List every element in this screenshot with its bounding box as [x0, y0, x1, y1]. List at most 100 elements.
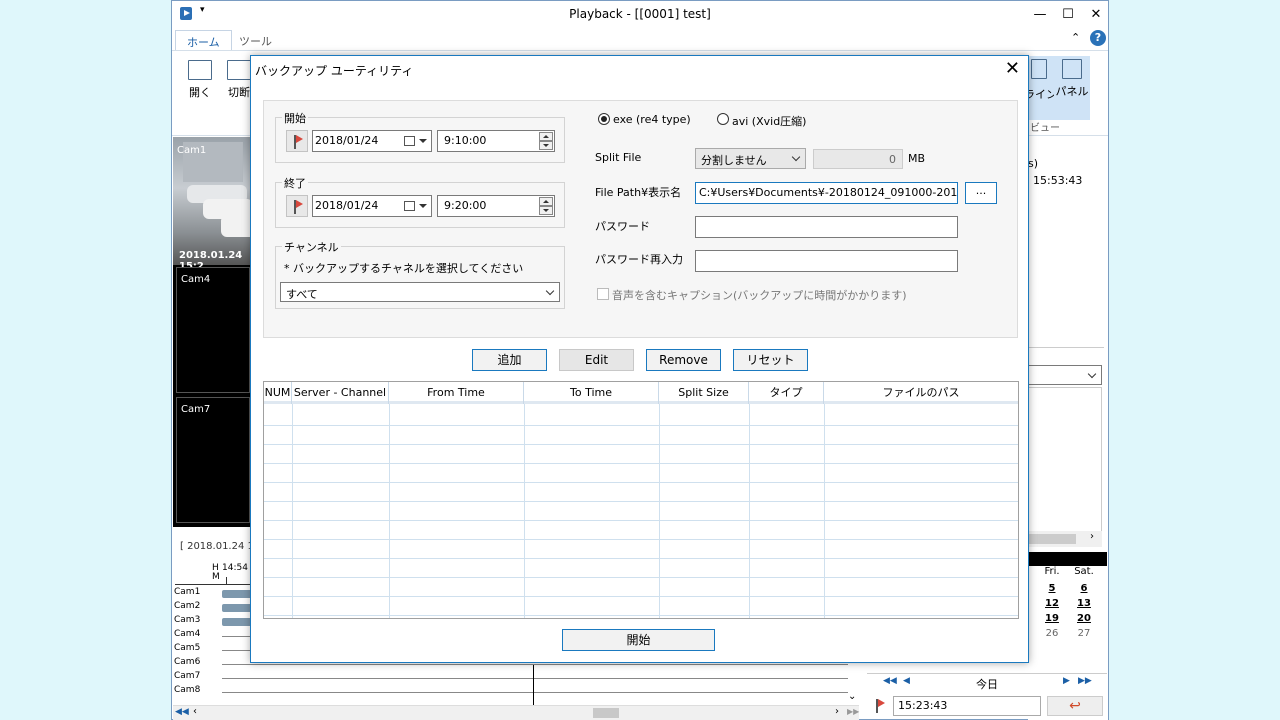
right-scrollbar[interactable]: ›	[1028, 531, 1102, 547]
end-time-spinner[interactable]	[539, 197, 553, 215]
scroll-left-icon[interactable]: ‹	[193, 706, 197, 717]
add-button[interactable]: 追加	[472, 349, 547, 371]
start-time-spinner[interactable]	[539, 132, 553, 150]
start-time-input[interactable]: 9:10:00	[437, 130, 555, 152]
remove-button[interactable]: Remove	[646, 349, 721, 371]
channel-select[interactable]: すべて	[280, 282, 560, 302]
edit-button[interactable]: Edit	[559, 349, 634, 371]
open-button[interactable]: 開く	[181, 57, 219, 100]
online-icon	[1031, 59, 1047, 79]
panel-button[interactable]: パネル	[1054, 56, 1090, 120]
col-num[interactable]: NUM	[264, 382, 292, 404]
flag-icon[interactable]	[869, 695, 891, 717]
calendar-date[interactable]: 19	[1037, 613, 1067, 624]
backup-utility-dialog: バックアップ ユーティリティ ✕ 開始 2018/01/24 9:10:00 終…	[250, 55, 1029, 663]
calendar: Fri. Sat. 5 6 12 13 19 20 26 27	[1027, 552, 1107, 647]
calendar-date[interactable]: 20	[1069, 613, 1099, 624]
calendar-date[interactable]: 12	[1037, 598, 1067, 609]
col-from-time[interactable]: From Time	[389, 382, 524, 404]
spin-down-icon[interactable]	[539, 206, 553, 215]
col-server-channel[interactable]: Server - Channel	[292, 382, 389, 404]
chevron-down-icon	[545, 286, 555, 296]
start-date-picker[interactable]: 2018/01/24	[312, 130, 432, 152]
end-flag-icon[interactable]	[286, 195, 308, 217]
collapse-ribbon-icon[interactable]: ⌃	[1071, 31, 1080, 44]
grid-column-line	[524, 404, 525, 618]
password-input[interactable]	[695, 216, 958, 238]
split-file-label: Split File	[595, 151, 642, 164]
cam1-view[interactable]: Cam1 2018.01.24 15:2	[173, 137, 256, 272]
channel-value: すべて	[286, 288, 318, 301]
scroll-last-icon[interactable]: ▶▶	[847, 707, 859, 716]
calendar-date[interactable]: 5	[1037, 583, 1067, 594]
help-icon[interactable]: ?	[1090, 30, 1106, 46]
split-file-select[interactable]: 分割しません	[695, 148, 806, 169]
start-backup-button[interactable]: 開始	[562, 629, 715, 651]
scroll-thumb[interactable]	[593, 708, 619, 718]
reset-button[interactable]: リセット	[733, 349, 808, 371]
calendar-date[interactable]: 6	[1069, 583, 1099, 594]
scroll-right-icon[interactable]: ›	[835, 706, 839, 717]
col-split-size[interactable]: Split Size	[659, 382, 749, 404]
cam7-view[interactable]: Cam7	[176, 397, 250, 523]
right-scroll-thumb[interactable]	[1028, 534, 1076, 544]
password-confirm-label: パスワード再入力	[595, 253, 683, 266]
window-title: Playback - [[0001] test]	[569, 7, 711, 21]
goto-time-field[interactable]: 15:23:43	[893, 696, 1041, 716]
scroll-down-icon[interactable]: ⌄	[848, 691, 856, 702]
tab-tools[interactable]: ツール	[228, 30, 283, 50]
right-status-text: s)	[1028, 157, 1039, 170]
prev-month-fast-icon[interactable]: ◀◀	[883, 676, 897, 686]
calendar-date[interactable]: 13	[1069, 598, 1099, 609]
start-date-value: 2018/01/24	[315, 134, 379, 147]
spin-down-icon[interactable]	[539, 141, 553, 150]
cam4-view[interactable]: Cam4	[176, 267, 250, 393]
format-avi-radio[interactable]	[717, 113, 729, 125]
grid-column-line	[824, 404, 825, 618]
col-to-time[interactable]: To Time	[524, 382, 659, 404]
end-date-picker[interactable]: 2018/01/24	[312, 195, 432, 217]
timeline-cursor[interactable]	[533, 665, 534, 707]
grid-column-line	[749, 404, 750, 618]
scroll-first-icon[interactable]: ◀◀	[175, 707, 189, 717]
maximize-icon[interactable]: ☐	[1054, 5, 1082, 25]
close-icon[interactable]: ✕	[1082, 5, 1110, 25]
right-scroll-right-icon[interactable]: ›	[1090, 531, 1094, 542]
password-confirm-input[interactable]	[695, 250, 958, 272]
dialog-title: バックアップ ユーティリティ	[255, 64, 414, 78]
next-month-icon[interactable]: ▶	[1063, 676, 1070, 686]
split-size-input[interactable]: 0	[813, 149, 903, 169]
timeline-row[interactable]: Cam7	[174, 671, 864, 685]
minimize-icon[interactable]: —	[1026, 5, 1054, 25]
timeline-row[interactable]: Cam8	[174, 685, 864, 699]
next-month-fast-icon[interactable]: ▶▶	[1078, 676, 1092, 686]
end-time-input[interactable]: 9:20:00	[437, 195, 555, 217]
start-flag-icon[interactable]	[286, 130, 308, 152]
audio-label: 音声を含むキャプション(バックアップに時間がかかります)	[612, 289, 907, 302]
spin-up-icon[interactable]	[539, 197, 553, 206]
file-path-input[interactable]: C:¥Users¥Documents¥-20180124_091000-2018…	[695, 182, 958, 204]
calendar-date[interactable]: 26	[1037, 628, 1067, 639]
browse-button[interactable]: ...	[965, 182, 997, 204]
dropdown-arrow-icon	[419, 139, 427, 143]
grid-row-line	[264, 463, 1018, 464]
right-dropdown[interactable]	[1028, 365, 1102, 385]
col-file-path[interactable]: ファイルのパス	[824, 382, 1018, 404]
goto-button[interactable]: ↩	[1047, 696, 1103, 716]
backup-list-table[interactable]: NUM Server - Channel From Time To Time S…	[263, 381, 1019, 619]
timeline-scrollbar[interactable]: ◀◀ ‹ › ▶▶	[173, 705, 859, 720]
tab-home[interactable]: ホーム	[175, 30, 232, 50]
prev-month-icon[interactable]: ◀	[903, 676, 910, 686]
calendar-date[interactable]: 27	[1069, 628, 1099, 639]
today-button[interactable]: 今日	[976, 676, 998, 692]
timeline-tick-label: 14:54	[222, 563, 248, 573]
grid-column-line	[292, 404, 293, 618]
spin-up-icon[interactable]	[539, 132, 553, 141]
audio-checkbox[interactable]	[597, 288, 609, 300]
calendar-header	[1027, 552, 1107, 566]
split-file-value: 分割しません	[701, 154, 767, 167]
right-list[interactable]	[1028, 387, 1102, 547]
dialog-close-icon[interactable]: ✕	[1005, 58, 1020, 79]
col-type[interactable]: タイプ	[749, 382, 824, 404]
format-exe-radio[interactable]	[598, 113, 610, 125]
